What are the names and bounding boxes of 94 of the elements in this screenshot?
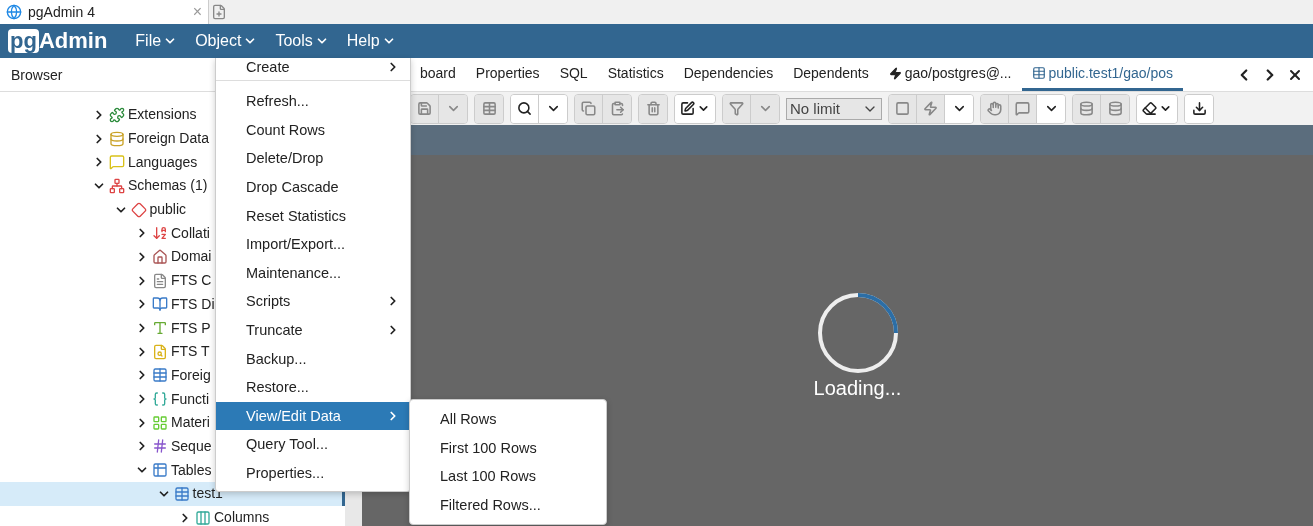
tree-label: public (149, 202, 187, 218)
loading-text: Loading... (813, 377, 902, 400)
tree-label: Schemas (1) (128, 178, 208, 194)
download-icon (1191, 101, 1207, 116)
grid-icon (152, 414, 168, 431)
table-icon (1031, 66, 1046, 80)
panel-tab[interactable]: SQL (549, 58, 598, 91)
sort-icon (152, 225, 168, 242)
table-icon (173, 485, 190, 502)
panel-tab[interactable]: Statistics (597, 58, 674, 91)
tree-label: Collati (171, 225, 210, 241)
menu[interactable]: Help (344, 28, 398, 54)
panel-tab[interactable]: board (410, 58, 466, 91)
menu-item[interactable]: Truncate (216, 315, 410, 345)
tree-label: Functi (171, 391, 210, 407)
database-icon (109, 130, 125, 147)
bolt-icon (923, 101, 938, 116)
tree-label: Materi (171, 415, 210, 431)
house-icon (152, 248, 168, 265)
filter-icon (729, 101, 744, 116)
tree-label: FTS P (171, 320, 211, 336)
menu[interactable]: File (133, 28, 180, 54)
panel-tab[interactable]: Dependencies (673, 58, 784, 91)
tree-label: Foreig (171, 367, 211, 383)
document-icon (152, 272, 168, 289)
menu-item[interactable]: Delete/Drop (216, 144, 410, 173)
menu[interactable]: Tools (273, 28, 331, 54)
tree-label: Languages (128, 154, 198, 170)
menu-item[interactable]: All Rows (410, 405, 606, 434)
tree-label: Columns (214, 510, 270, 526)
tree-label: FTS C (171, 273, 212, 289)
menu-item[interactable]: Backup... (216, 344, 410, 373)
menu-item[interactable]: Last 100 Rows (410, 462, 606, 491)
hand-icon (987, 101, 1002, 116)
menu-item[interactable]: First 100 Rows (410, 433, 606, 462)
menu-item[interactable]: Count Rows (216, 115, 410, 145)
columns-icon (195, 509, 211, 526)
trash-icon (645, 101, 661, 116)
hash-icon (152, 438, 168, 455)
panel-tab[interactable]: gao/postgres@... (878, 58, 1022, 91)
toolbar-button[interactable] (511, 94, 539, 123)
tree-label: FTS Di (171, 296, 215, 312)
browser-icon (6, 4, 22, 20)
browser-tab[interactable]: pgAdmin 4 × (0, 0, 209, 24)
bolt-icon (888, 66, 902, 80)
toolbar-button[interactable] (1185, 94, 1213, 123)
panel-title: Browser (11, 66, 63, 83)
network-icon (109, 177, 125, 194)
file-search-icon (152, 343, 168, 360)
menu[interactable]: Object (193, 28, 260, 54)
text-icon (152, 320, 168, 337)
menu-item[interactable]: Scripts (216, 287, 410, 316)
menu-item[interactable]: Restore... (216, 372, 410, 402)
toolbar-button[interactable] (1137, 94, 1177, 123)
tree-label: Seque (171, 438, 212, 454)
diamond-icon (130, 201, 147, 218)
copy-icon (581, 101, 596, 116)
panel-tab[interactable]: Dependents (783, 58, 879, 91)
tree-label: Tables (171, 462, 212, 478)
menu-item[interactable]: Refresh... (216, 87, 410, 116)
spinner-icon (815, 291, 900, 375)
toolbar-button[interactable] (675, 94, 715, 123)
panel-tab[interactable]: Properties (465, 58, 550, 91)
eraser-icon (1142, 101, 1157, 116)
menu-item[interactable]: Filtered Rows... (410, 490, 606, 519)
menu-item[interactable]: Reset Statistics (216, 201, 410, 230)
tab-title: pgAdmin 4 (28, 4, 96, 20)
edit-icon (680, 101, 695, 116)
save-icon (417, 101, 432, 116)
tree-label: FTS T (171, 344, 210, 360)
tree-item[interactable]: Columns (0, 505, 345, 526)
book-icon (152, 296, 168, 313)
new-tab-icon[interactable] (211, 4, 227, 20)
table-icon (152, 462, 168, 479)
database-icon (1079, 101, 1094, 116)
menu-item[interactable]: Drop Cascade (216, 172, 410, 202)
logo: pgAdmin (8, 28, 108, 54)
menu-item[interactable]: Maintenance... (216, 258, 410, 288)
paste-icon (609, 101, 625, 116)
menu-item[interactable]: View/Edit Data (216, 401, 410, 431)
database-icon (1107, 101, 1123, 116)
tree-label: Domai (171, 249, 212, 265)
grid-icon (481, 101, 497, 116)
stop-icon (895, 101, 910, 116)
braces-icon (152, 391, 168, 408)
comment-icon (1015, 101, 1030, 116)
speech-bubble-icon (109, 154, 125, 171)
search-icon (517, 101, 532, 116)
puzzle-icon (109, 106, 125, 123)
tree-label: Extensions (128, 107, 197, 123)
table-icon (152, 367, 168, 384)
menu-item[interactable]: Import/Export... (216, 229, 410, 259)
menu-item[interactable]: Create (216, 58, 410, 76)
tree-label: Foreign Data (128, 131, 209, 147)
